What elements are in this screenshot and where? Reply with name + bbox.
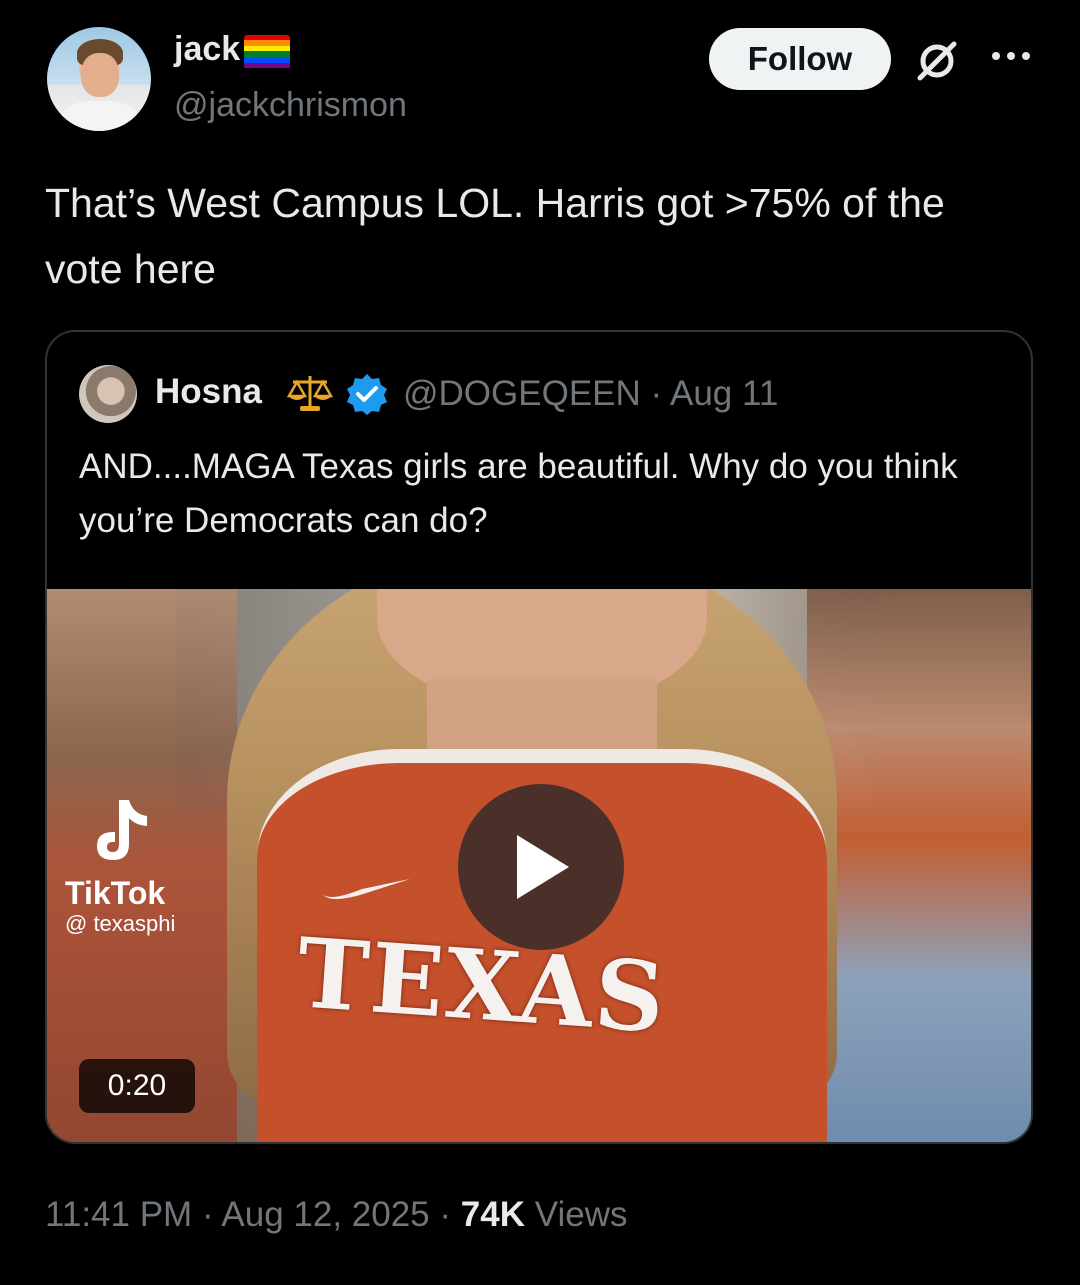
tweet-meta: 11:41 PM · Aug 12, 2025 · 74K Views: [45, 1195, 627, 1235]
quoted-author-avatar[interactable]: [79, 365, 137, 423]
author-avatar[interactable]: [47, 27, 151, 131]
author-handle[interactable]: @jackchrismon: [174, 86, 407, 125]
quoted-date[interactable]: Aug 11: [670, 374, 778, 413]
follow-button[interactable]: Follow: [709, 28, 891, 90]
tweet-text: That’s West Campus LOL. Harris got >75% …: [45, 180, 945, 292]
balance-scale-icon: [287, 376, 333, 411]
avatar-shirt: [61, 101, 137, 131]
author-display-name[interactable]: jack: [174, 30, 240, 69]
tweet-date[interactable]: Aug 12, 2025: [221, 1195, 429, 1234]
meta-separator: ·: [439, 1195, 452, 1234]
verified-badge-icon: [347, 374, 387, 415]
quoted-video[interactable]: TEXAS TikTok @ texasphi 0:20: [47, 589, 1031, 1142]
avatar-face: [81, 53, 119, 97]
quoted-separator: ·: [650, 374, 663, 413]
grok-icon[interactable]: [912, 36, 962, 86]
video-duration: 0:20: [79, 1059, 195, 1113]
play-button[interactable]: [458, 784, 624, 950]
author-name[interactable]: jack: [174, 30, 291, 69]
quoted-author-handle[interactable]: @DOGEQEEN: [403, 374, 641, 413]
swoosh-logo-icon: [324, 879, 410, 899]
rainbow-flag-icon: [244, 34, 291, 69]
tiktok-watermark-brand: TikTok: [65, 875, 166, 911]
play-icon: [517, 835, 569, 899]
quoted-author-name[interactable]: Hosna: [155, 372, 262, 412]
tiktok-logo-icon: [97, 800, 147, 860]
meta-separator: ·: [201, 1195, 214, 1234]
quoted-tweet-text: AND....MAGA Texas girls are beautiful. W…: [79, 447, 958, 540]
tweet-time[interactable]: 11:41 PM: [45, 1195, 192, 1234]
video-person-right: [807, 589, 1031, 1142]
views-label: Views: [534, 1195, 628, 1234]
quoted-meta: @DOGEQEEN · Aug 11: [403, 374, 778, 414]
views-count: 74K: [460, 1195, 525, 1234]
tiktok-watermark-user: @ texasphi: [65, 911, 176, 936]
quoted-tweet[interactable]: Hosna @DOGEQEEN · Aug 11 AND....MAGA Tex…: [45, 330, 1033, 1144]
more-options-icon[interactable]: [988, 46, 1034, 66]
